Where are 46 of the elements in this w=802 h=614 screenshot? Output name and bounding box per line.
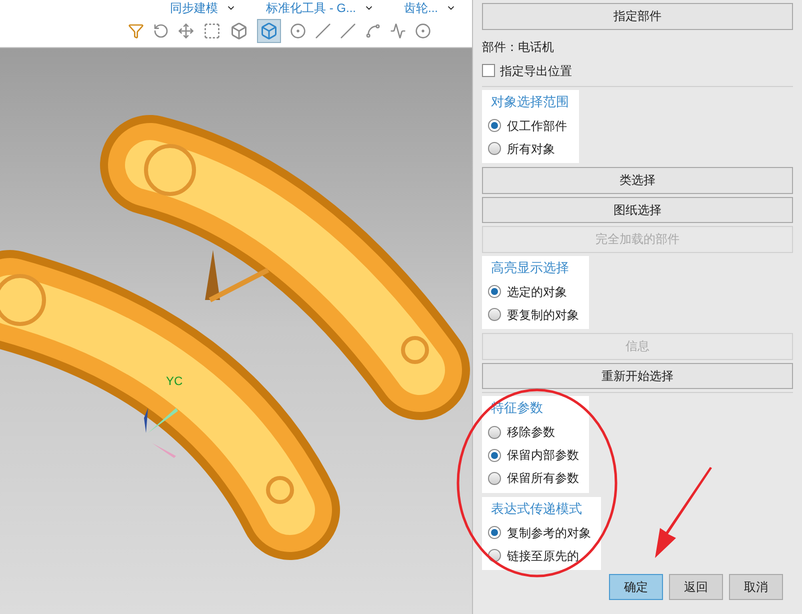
radio-button[interactable] (488, 472, 501, 484)
radio-button[interactable] (488, 285, 501, 298)
axis-label: YC (166, 373, 183, 390)
filter-icon[interactable] (128, 23, 144, 39)
point-set-icon[interactable] (290, 23, 306, 39)
circle-icon[interactable] (415, 23, 431, 39)
radio-button[interactable] (488, 119, 501, 132)
checkbox-label: 指定导出位置 (500, 62, 572, 80)
dialog-button[interactable]: 指定部件 (482, 3, 793, 30)
box-icon[interactable] (230, 22, 248, 40)
checkbox[interactable] (482, 64, 495, 77)
cube-icon[interactable] (257, 19, 281, 43)
part-label: 部件：电话机 (482, 38, 555, 56)
radio-label: 保留内部参数 (507, 447, 579, 464)
dialog-button[interactable]: 类选择 (482, 167, 793, 194)
group-title: 表达式传递模式 (490, 500, 583, 518)
line-icon[interactable] (315, 23, 331, 39)
toolbar-menu[interactable]: 标准化工具 - G... (266, 2, 374, 14)
move-icon[interactable] (178, 23, 194, 39)
polyline-icon[interactable] (390, 23, 406, 39)
radio-label: 选定的对象 (507, 284, 567, 300)
radio-label: 仅工作部件 (507, 118, 567, 134)
radio-button[interactable] (488, 448, 501, 462)
radio-button[interactable] (488, 426, 501, 438)
radio-label: 所有对象 (507, 140, 555, 158)
curve-icon[interactable] (365, 23, 381, 39)
radio-label: 要复制的对象 (507, 306, 579, 324)
toolbar-menu[interactable]: 齿轮... (404, 2, 456, 14)
dialog-button[interactable]: 重新开始选择 (482, 362, 793, 389)
dialog-footer-button[interactable]: 确定 (609, 574, 663, 600)
group-title: 对象选择范围 (490, 92, 569, 110)
selection-box-icon[interactable] (203, 22, 221, 40)
radio-label: 保留所有参数 (507, 470, 579, 487)
segment-icon[interactable] (340, 23, 356, 39)
rotate-icon[interactable] (153, 23, 169, 39)
group-title: 高亮显示选择 (490, 258, 570, 276)
radio-button[interactable] (488, 142, 501, 155)
radio-label: 移除参数 (507, 424, 555, 441)
dialog-button[interactable]: 图纸选择 (482, 196, 793, 223)
dialog-footer-button[interactable]: 取消 (729, 574, 783, 600)
radio-button[interactable] (488, 308, 501, 321)
dialog-footer-button[interactable]: 返回 (669, 574, 723, 600)
radio-label: 链接至原先的 (507, 548, 579, 564)
toolbar-menu[interactable]: 同步建模 (170, 2, 236, 14)
radio-label: 复制参考的对象 (507, 524, 591, 542)
radio-button[interactable] (488, 526, 501, 539)
